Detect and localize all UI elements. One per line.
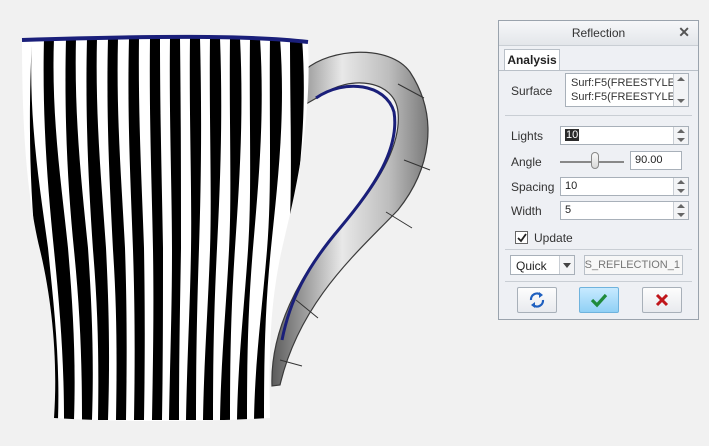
angle-slider-thumb[interactable]	[591, 152, 600, 169]
cancel-button[interactable]	[642, 287, 682, 313]
width-spin-arrows[interactable]	[673, 202, 688, 219]
width-label: Width	[511, 204, 542, 218]
surface-list[interactable]: Surf:F5(FREESTYLE Surf:F5(FREESTYLE	[565, 73, 689, 107]
width-value[interactable]: 5	[565, 204, 571, 216]
divider	[505, 115, 692, 116]
width-spinner[interactable]: 5	[560, 201, 689, 220]
close-icon[interactable]: ✕	[678, 24, 690, 40]
chevron-down-icon[interactable]	[559, 256, 574, 274]
spacing-value[interactable]: 10	[565, 180, 577, 192]
analysis-panel: Surface Surf:F5(FREESTYLE Surf:F5(FREEST…	[505, 71, 692, 313]
angle-label: Angle	[511, 155, 542, 169]
mode-select[interactable]: Quick	[510, 255, 575, 275]
spacing-spinner[interactable]: 10	[560, 177, 689, 196]
divider	[505, 281, 692, 282]
spacing-spin-arrows[interactable]	[673, 178, 688, 195]
angle-input[interactable]: 90.00	[630, 151, 682, 170]
cancel-x-icon	[655, 293, 669, 307]
lights-value[interactable]: 10	[565, 129, 580, 141]
lights-label: Lights	[511, 129, 544, 143]
surface-label: Surface	[511, 84, 553, 98]
lights-spin-arrows[interactable]	[673, 127, 688, 144]
ok-button[interactable]	[579, 287, 619, 313]
checkmark-icon	[590, 293, 608, 308]
analysis-name-field[interactable]: SIS_REFLECTION_1	[584, 255, 683, 275]
spin-down-icon[interactable]	[677, 138, 685, 142]
angle-value[interactable]: 90.00	[635, 154, 663, 166]
dialog-titlebar[interactable]: Reflection ✕	[499, 21, 698, 46]
repeat-button[interactable]	[517, 287, 557, 313]
update-checkbox[interactable]	[515, 231, 528, 244]
surface-list-scrollbar[interactable]	[673, 74, 688, 106]
scroll-down-icon[interactable]	[677, 99, 685, 103]
scroll-up-icon[interactable]	[677, 77, 685, 81]
update-label: Update	[534, 231, 573, 245]
spin-up-icon[interactable]	[677, 180, 685, 184]
checkmark-icon	[517, 233, 527, 243]
divider	[505, 249, 692, 250]
analysis-name-value: SIS_REFLECTION_1	[584, 259, 680, 271]
mug-body	[22, 38, 309, 421]
reflection-dialog: Reflection ✕ Analysis Surface Surf:F5(FR…	[498, 20, 699, 320]
spin-down-icon[interactable]	[677, 213, 685, 217]
spin-down-icon[interactable]	[677, 189, 685, 193]
lights-spinner[interactable]: 10	[560, 126, 689, 145]
refresh-icon	[529, 292, 545, 308]
mode-value: Quick	[516, 259, 547, 273]
tab-strip: Analysis	[499, 46, 698, 71]
spacing-label: Spacing	[511, 180, 555, 194]
tab-analysis[interactable]: Analysis	[504, 49, 560, 70]
dialog-title: Reflection	[571, 26, 626, 40]
surface-list-item[interactable]: Surf:F5(FREESTYLE	[571, 77, 675, 89]
spin-up-icon[interactable]	[677, 129, 685, 133]
spin-up-icon[interactable]	[677, 204, 685, 208]
surface-list-item[interactable]: Surf:F5(FREESTYLE	[571, 91, 675, 103]
